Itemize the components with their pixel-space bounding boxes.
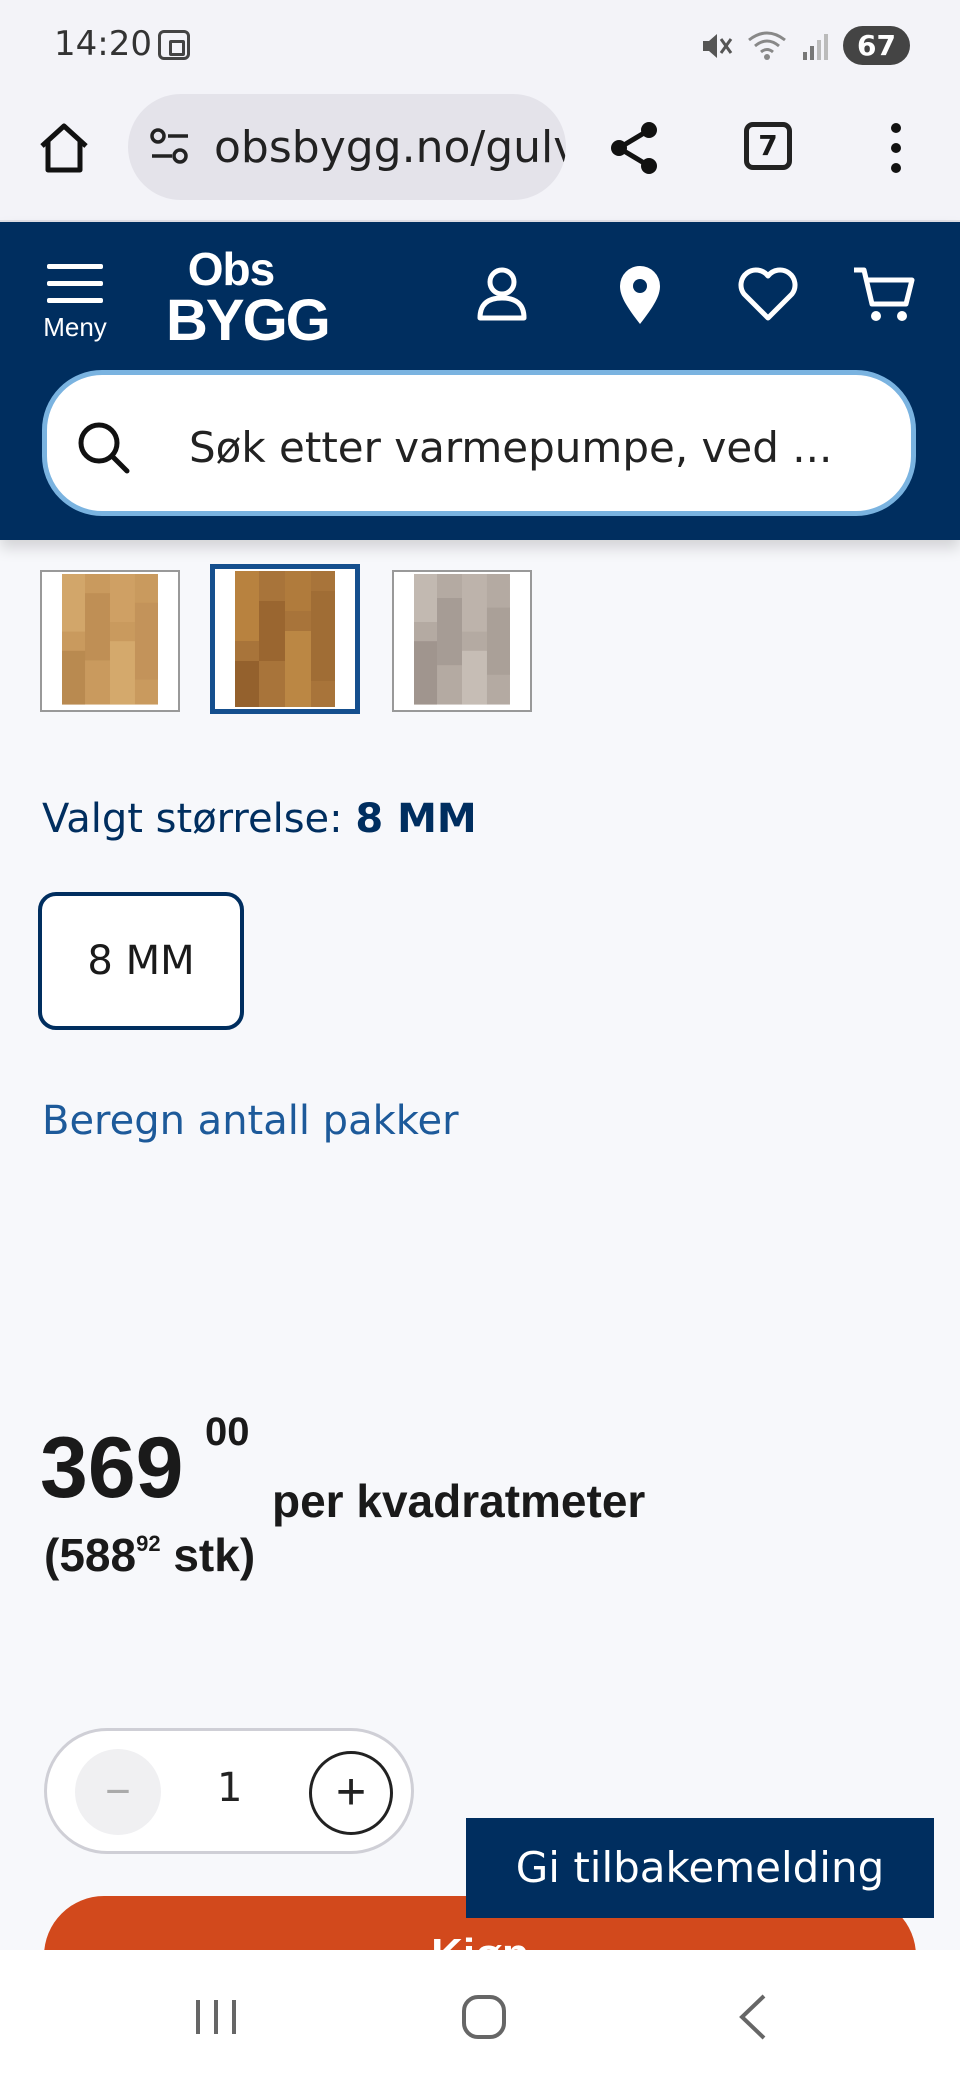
wood-image: [62, 574, 158, 705]
site-settings-icon[interactable]: [148, 126, 192, 166]
feedback-button[interactable]: Gi tilbakemelding: [466, 1818, 934, 1918]
price-decimals: 00: [205, 1410, 250, 1454]
package-price-suffix: stk): [160, 1529, 256, 1581]
wood-image: [235, 571, 335, 707]
obs-bygg-logo[interactable]: Obs BYGG: [166, 243, 331, 364]
variant-thumbnail-oak[interactable]: [210, 564, 360, 714]
battery-icon: 67: [843, 26, 910, 65]
browser-toolbar: obsbygg.no/gulv 7: [0, 90, 960, 222]
quantity-value[interactable]: 1: [217, 1765, 242, 1811]
variant-thumbnail-grey[interactable]: [392, 570, 532, 712]
package-price: (58892 stk): [44, 1528, 255, 1582]
signal-icon: [803, 33, 829, 60]
menu-label: Meny: [43, 312, 107, 342]
screenshot-icon: [158, 30, 190, 60]
site-header: Meny Obs BYGG Søk etter varmepumpe, ved …: [0, 222, 960, 540]
recent-apps-icon[interactable]: [186, 1992, 246, 2042]
logo-bottom: BYGG: [166, 288, 331, 353]
favorites-icon[interactable]: [736, 262, 800, 326]
account-icon[interactable]: [470, 262, 534, 326]
size-option-8mm[interactable]: 8 MM: [38, 892, 244, 1030]
wifi-icon: [748, 31, 786, 60]
price-unit: per kvadratmeter: [272, 1475, 646, 1527]
status-time: 14:20: [54, 24, 152, 64]
home-nav-icon[interactable]: [454, 1992, 514, 2042]
logo-top: Obs: [187, 243, 275, 295]
calculate-packages-link[interactable]: Beregn antall pakker: [42, 1098, 459, 1144]
search-icon: [78, 422, 130, 474]
url-text[interactable]: obsbygg.no/gulv: [214, 122, 566, 173]
menu-icon: [47, 264, 103, 304]
wood-image: [414, 574, 510, 705]
price-whole: 369: [40, 1420, 184, 1516]
search-input[interactable]: Søk etter varmepumpe, ved ...: [189, 423, 832, 472]
mute-icon: [703, 33, 733, 58]
location-icon[interactable]: [608, 262, 672, 326]
address-bar[interactable]: obsbygg.no/gulv: [128, 94, 566, 200]
back-icon[interactable]: [724, 1992, 784, 2042]
size-label-prefix: Valgt størrelse:: [42, 796, 356, 842]
system-navigation-bar: [0, 1950, 960, 2080]
package-price-decimals: 92: [136, 1531, 161, 1556]
home-icon[interactable]: [36, 120, 92, 176]
menu-button[interactable]: Meny: [40, 264, 110, 364]
selected-size-label: Valgt størrelse: 8 MM: [42, 796, 477, 842]
package-price-prefix: (588: [44, 1529, 137, 1581]
cart-icon[interactable]: [852, 262, 916, 326]
search-field[interactable]: Søk etter varmepumpe, ved ...: [42, 370, 916, 516]
size-selected-value: 8 MM: [355, 796, 477, 842]
increase-quantity-button[interactable]: +: [309, 1751, 393, 1835]
more-icon[interactable]: [880, 120, 912, 176]
tabs-icon[interactable]: 7: [744, 122, 792, 170]
share-icon[interactable]: [605, 118, 665, 178]
variant-thumbnail-light-oak[interactable]: [40, 570, 180, 712]
decrease-quantity-button[interactable]: −: [75, 1749, 161, 1835]
quantity-stepper: − 1 +: [44, 1728, 414, 1854]
status-bar: 14:20 67: [0, 0, 960, 90]
